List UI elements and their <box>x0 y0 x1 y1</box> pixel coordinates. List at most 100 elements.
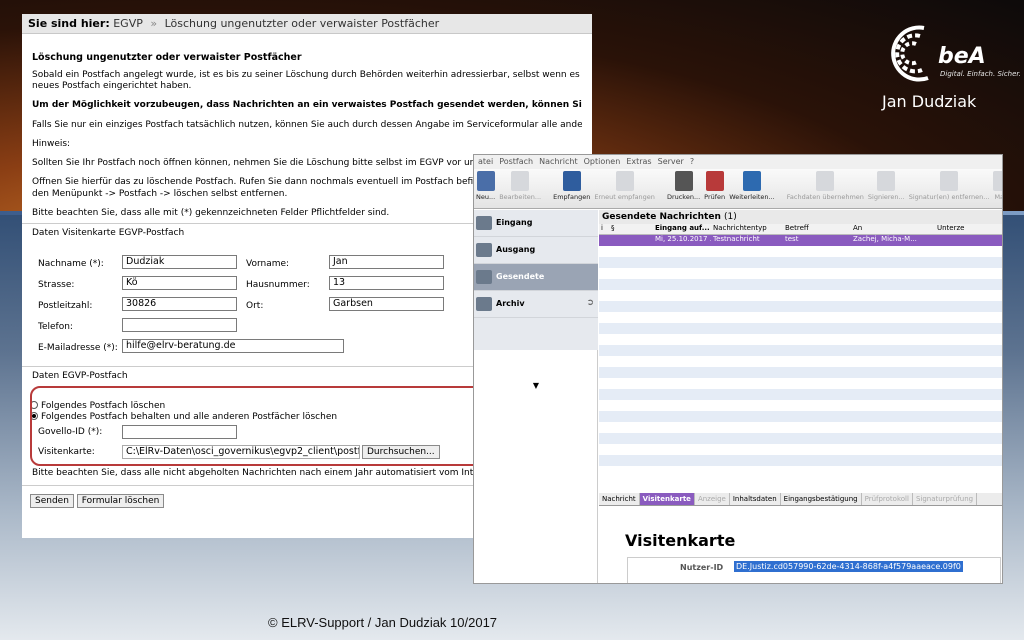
column-header[interactable]: Eingang auf... <box>653 224 711 234</box>
folder-archive[interactable]: Archiv ➲ <box>474 291 598 318</box>
breadcrumb: Sie sind hier: EGVP » Löschung ungenutzt… <box>22 14 592 34</box>
table-row <box>599 400 1002 411</box>
table-row[interactable]: Mi, 25.10.2017 ... Testnachricht test Zache… <box>599 235 1002 246</box>
column-header[interactable]: Betreff <box>783 224 851 234</box>
table-row <box>599 455 1002 466</box>
menu-item-5[interactable]: Server <box>658 157 684 166</box>
toolbar-button-label: Signieren... <box>867 193 905 201</box>
message-list: Gesendete Nachrichten (1) i § Eingang auf.… <box>599 210 1002 492</box>
send-button[interactable]: Senden <box>30 493 74 508</box>
tab-4[interactable]: Eingangsbestätigung <box>781 493 862 505</box>
toolbar-button-4[interactable]: Drucken... <box>667 171 700 201</box>
column-header[interactable]: i <box>599 224 609 234</box>
housenr-label: Hausnummer: <box>246 280 310 291</box>
detail-title: Visitenkarte <box>625 531 736 550</box>
column-header[interactable]: § <box>609 224 619 234</box>
table-cell: Zachej, Micha-M... <box>853 235 917 243</box>
tab-3[interactable]: Inhaltsdaten <box>730 493 781 505</box>
email-input[interactable]: hilfe@elrv-beratung.de <box>122 339 344 354</box>
expand-arrow-icon[interactable]: ➲ <box>586 298 594 308</box>
table-cell <box>641 235 653 246</box>
slide-footer: © ELRV-Support / Jan Dudziak 10/2017 <box>268 615 498 630</box>
table-row <box>599 257 1002 268</box>
table-row <box>599 323 1002 334</box>
column-header[interactable]: An <box>851 224 935 234</box>
toolbar-button-2[interactable]: Empfangen <box>553 171 590 201</box>
menu-item-4[interactable]: Extras <box>626 157 651 166</box>
toolbar-button-7[interactable]: Fachdaten übernehmen <box>787 171 864 201</box>
column-header[interactable]: Nachrichtentyp <box>711 224 783 234</box>
breadcrumb-root-link[interactable]: EGVP <box>113 17 143 30</box>
tab-2[interactable]: Anzeige <box>695 493 730 505</box>
folder-inbox[interactable]: Eingang <box>474 210 598 237</box>
detail-field: Nutzer-ID DE.Justiz.cd057990-62de-4314-8… <box>627 557 1001 583</box>
table-row <box>599 389 1002 400</box>
column-header[interactable] <box>619 224 629 234</box>
table-row <box>599 246 1002 257</box>
zip-input[interactable]: 30826 <box>122 297 237 312</box>
table-row <box>599 433 1002 444</box>
reset-form-button[interactable]: Formular löschen <box>76 493 165 508</box>
new-message-icon <box>476 171 495 191</box>
user-id-value[interactable]: DE.Justiz.cd057990-62de-4314-868f-a4f579… <box>734 561 963 572</box>
city-label: Ort: <box>246 301 264 312</box>
intro-text-line2: neues Postfach eingerichtet haben. <box>32 81 192 92</box>
bea-logo-icon <box>891 25 929 82</box>
folder-inbox-label: Eingang <box>496 218 533 227</box>
folder-outbox[interactable]: Ausgang <box>474 237 598 264</box>
table-row <box>599 367 1002 378</box>
menu-item-2[interactable]: Nachricht <box>539 157 577 166</box>
menu-item-6[interactable]: ? <box>690 157 694 166</box>
remove-signature-icon <box>940 171 959 191</box>
table-cell <box>599 235 609 246</box>
tab-1[interactable]: Visitenkarte <box>639 493 695 505</box>
message-list-header: i § Eingang auf... Nachrichtentyp Betreff An U… <box>599 224 1002 235</box>
detail-tabs: Nachricht Visitenkarte Anzeige Inhaltsdaten… <box>599 493 1002 506</box>
column-header[interactable] <box>629 224 641 234</box>
toolbar-button-9[interactable]: Signatur(en) entfernen... <box>909 171 989 201</box>
table-row <box>599 312 1002 323</box>
firstname-input[interactable]: Jan <box>329 255 444 270</box>
table-cell: Mi, 25.10.2017 ... <box>655 235 711 243</box>
toolbar-button-6[interactable]: Weiterleiten... <box>729 171 775 201</box>
toolbar-button-0[interactable]: Neu... <box>476 171 495 201</box>
table-cell: Testnachricht <box>713 235 760 243</box>
tab-5[interactable]: Prüfprotokoll <box>862 493 913 505</box>
tab-0[interactable]: Nachricht <box>599 493 640 505</box>
folder-outbox-label: Ausgang <box>496 245 536 254</box>
print-icon <box>674 171 693 191</box>
toolbar-button-label: Weiterleiten... <box>729 193 775 201</box>
city-input[interactable]: Garbsen <box>329 297 444 312</box>
toolbar-button-label: Empfangen <box>553 193 591 201</box>
verify-icon <box>705 171 724 191</box>
lastname-input[interactable]: Dudziak <box>122 255 237 270</box>
street-input[interactable]: Kö <box>122 276 237 291</box>
phone-input[interactable] <box>122 318 237 333</box>
toolbar-button-3[interactable]: Erneut empfangen <box>594 171 655 201</box>
tab-6[interactable]: Signaturprüfung <box>913 493 978 505</box>
email-label: E-Mailadresse (*): <box>38 343 118 354</box>
lastname-label: Nachname (*): <box>38 259 104 270</box>
folder-sent[interactable]: Gesendete <box>474 264 598 291</box>
column-header[interactable]: Unterzeic <box>935 224 965 234</box>
toolbar-button-8[interactable]: Signieren... <box>868 171 905 201</box>
table-row <box>599 268 1002 279</box>
sign-icon <box>877 171 896 191</box>
menu-item-1[interactable]: Postfach <box>499 157 533 166</box>
toolbar-button-1[interactable]: Bearbeiten... <box>499 171 541 201</box>
toolbar-button-5[interactable]: Prüfen <box>704 171 725 201</box>
menu-item-3[interactable]: Optionen <box>584 157 621 166</box>
toolbar-button-10[interactable]: Mark <box>993 171 1002 201</box>
splitter-down-arrow-icon[interactable]: ▼ <box>474 382 598 390</box>
table-row <box>599 378 1002 389</box>
egvp-client-window: atei Postfach Nachricht Optionen Extras Serve… <box>473 154 1003 584</box>
list-count: (1) <box>724 212 737 222</box>
outbox-folder-icon <box>476 243 492 257</box>
housenr-input[interactable]: 13 <box>329 276 444 291</box>
toolbar-button-label: Erneut empfangen <box>594 193 655 201</box>
toolbar-button-label: Drucken... <box>666 193 701 201</box>
table-row <box>599 279 1002 290</box>
menu-item-0[interactable]: atei <box>478 157 493 166</box>
folder-archive-label: Archiv <box>496 299 525 308</box>
column-header[interactable] <box>641 224 653 234</box>
